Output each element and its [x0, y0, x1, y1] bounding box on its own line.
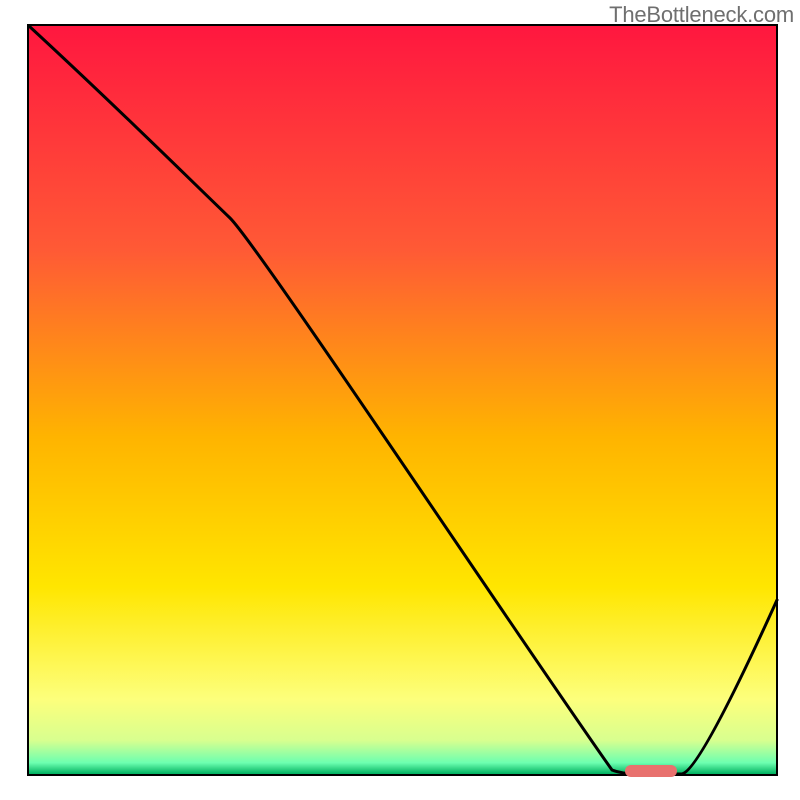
- chart-stage: TheBottleneck.com: [0, 0, 800, 800]
- watermark-label: TheBottleneck.com: [609, 2, 794, 28]
- trough-marker: [625, 765, 677, 777]
- chart-svg: [0, 0, 800, 800]
- gradient-backplate: [29, 26, 776, 774]
